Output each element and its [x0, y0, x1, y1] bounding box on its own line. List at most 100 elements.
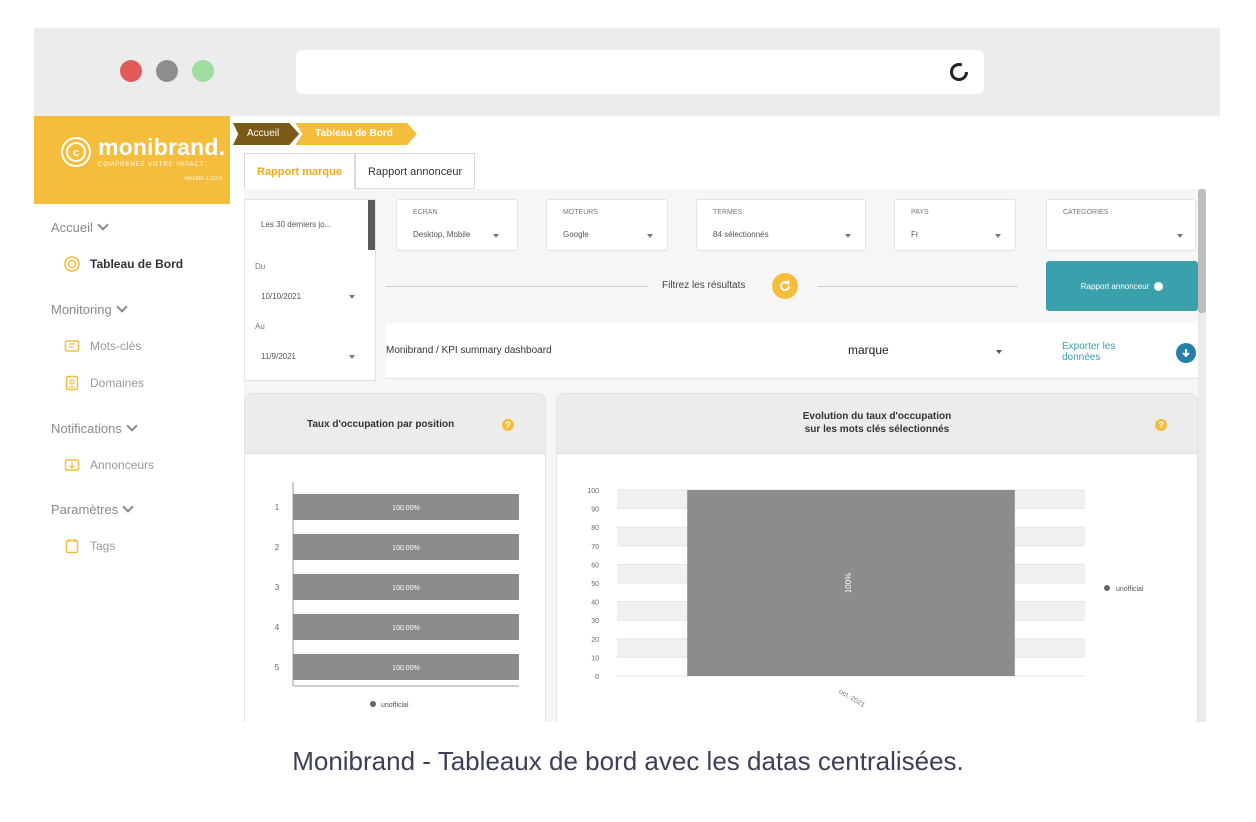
chart-title-line: sur les mots clés sélectionnés [804, 424, 950, 435]
help-icon[interactable]: ? [502, 419, 514, 431]
refresh-icon [780, 280, 790, 291]
y-tick-label: 2 [275, 543, 280, 552]
kpi-toolbar: Monibrand / KPI summary dashboard marque… [386, 323, 1198, 379]
sidebar-item-domaines[interactable]: Domaines [64, 375, 144, 391]
brand-logo-icon: c [61, 137, 91, 167]
filter-moteurs[interactable]: MOTEURS Google [546, 199, 668, 251]
nav-section-parametres[interactable]: Paramètres [51, 501, 134, 517]
address-bar[interactable] [296, 50, 984, 94]
kpi-title: Monibrand / KPI summary dashboard [386, 345, 552, 356]
sidebar: c monibrand. COMPRENEZ VOTRE IMPACT vers… [34, 116, 230, 722]
date-to-input[interactable]: 11/9/2021 [261, 352, 296, 361]
rapport-annonceur-button[interactable]: Rapport annonceur [1046, 261, 1198, 311]
data-label: 100.00% [392, 665, 420, 672]
nav-section-label: Accueil [51, 220, 93, 235]
filter-label: MOTEURS [563, 209, 598, 216]
filter-value: Google [563, 230, 589, 239]
y-tick-label: 50 [591, 581, 599, 588]
data-label: 100.00% [392, 585, 420, 592]
date-filter-panel: Les 30 derniers jo... Du 10/10/2021 Au 1… [244, 199, 376, 381]
card-header: Evolution du taux d'occupation sur les m… [557, 394, 1197, 454]
y-tick-label: 30 [591, 618, 599, 625]
position-occupancy-card: Taux d'occupation par position ? 1 100.00… [244, 393, 546, 722]
tab-rapport-marque[interactable]: Rapport marque [244, 153, 355, 189]
filter-label: TERMES [713, 209, 743, 216]
filter-categories[interactable]: CATEGORIES [1046, 199, 1196, 251]
image-caption: Monibrand - Tableaux de bord avec les da… [292, 746, 964, 776]
download-icon[interactable] [1176, 343, 1196, 363]
brand-name: monibrand. [98, 134, 226, 160]
x-tick-label: oct. 2021 [838, 688, 867, 709]
chevron-down-icon[interactable] [349, 355, 355, 359]
position-occupancy-chart: 1 100.00% 2 100.00% 3 100.00% 4 100.00% 5 100.00%… [275, 482, 519, 709]
button-label: Rapport annonceur [1080, 281, 1150, 291]
chevron-down-icon [493, 234, 499, 238]
scrollbar[interactable] [1198, 189, 1206, 722]
minimize-window-button[interactable] [156, 60, 178, 82]
sidebar-item-mots-cles[interactable]: Mots-clés [64, 338, 141, 354]
nav-section-notifications[interactable]: Notifications [51, 420, 138, 436]
maximize-window-button[interactable] [192, 60, 214, 82]
sidebar-item-label: Domaines [90, 376, 145, 390]
y-tick-label: 0 [595, 674, 599, 681]
chevron-down-icon [1177, 234, 1183, 238]
y-tick-label: 40 [591, 600, 599, 607]
date-range-select[interactable]: Les 30 derniers jo... [245, 200, 373, 250]
y-tick-label: 10 [591, 655, 599, 662]
occupancy-evolution-chart: 0 10 20 30 40 50 60 70 80 90 100 100% oct. 2021 unoff… [587, 488, 1144, 709]
filter-results-label: Filtrez les résultats [662, 280, 746, 291]
y-tick-label: 4 [275, 623, 280, 632]
chevron-down-icon[interactable] [349, 295, 355, 299]
report-tabs: Rapport marque Rapport annonceur [244, 153, 476, 189]
sidebar-item-tags[interactable]: Tags [64, 538, 115, 554]
export-data-link[interactable]: Exporter les données [1062, 341, 1142, 363]
nav-section-monitoring[interactable]: Monitoring [51, 301, 128, 317]
help-icon[interactable]: ? [1155, 419, 1167, 431]
breadcrumb-current: Tableau de Bord [295, 123, 417, 145]
nav-section-label: Monitoring [51, 302, 112, 317]
chart-title-line: Evolution du taux d'occupation [802, 411, 952, 422]
close-window-button[interactable] [120, 60, 142, 82]
y-tick-label: 100 [587, 488, 599, 495]
date-range-scroll[interactable] [368, 200, 375, 250]
divider [818, 286, 1018, 287]
filter-pays[interactable]: PAYS Fr [894, 199, 1016, 251]
dashboard-panel: Les 30 derniers jo... Du 10/10/2021 Au 1… [244, 189, 1206, 722]
card-header: Taux d'occupation par position ? [245, 394, 545, 454]
sidebar-item-annonceurs[interactable]: Annonceurs [64, 457, 154, 473]
data-label: 100.00% [392, 545, 420, 552]
legend-label: unofficial [381, 702, 409, 709]
scrollbar-thumb[interactable] [1198, 189, 1206, 313]
date-range-value: Les 30 derniers jo... [261, 220, 332, 229]
sidebar-item-label: Tags [90, 539, 116, 553]
brand-version: version 2.10.0 [184, 176, 222, 182]
breadcrumb-home[interactable]: Accueil [233, 123, 300, 145]
date-to-label: Au [255, 322, 265, 331]
legend-label: unofficial [1116, 586, 1144, 593]
y-tick-label: 1 [275, 503, 280, 512]
y-tick-label: 80 [591, 525, 599, 532]
filter-ecran[interactable]: ECRAN Desktop, Mobile [396, 199, 518, 251]
y-tick-label: 60 [591, 562, 599, 569]
y-tick-label: 3 [275, 583, 280, 592]
filter-label: ECRAN [413, 209, 438, 216]
report-type-select[interactable]: marque [848, 343, 889, 357]
filter-termes[interactable]: TERMES 84 sélectionnés [696, 199, 866, 251]
date-from-input[interactable]: 10/10/2021 [261, 292, 301, 301]
data-label: 100% [844, 573, 853, 593]
filter-value: Desktop, Mobile [413, 230, 471, 239]
brand-tagline: COMPRENEZ VOTRE IMPACT [98, 162, 205, 168]
sidebar-item-tableau-de-bord[interactable]: Tableau de Bord [64, 256, 183, 272]
refresh-filters-button[interactable] [772, 273, 798, 299]
sidebar-item-label: Annonceurs [90, 458, 155, 472]
arrow-right-icon [1154, 281, 1164, 291]
reload-icon[interactable] [948, 61, 970, 83]
dashboard-icon [64, 256, 80, 272]
chevron-down-icon[interactable] [996, 350, 1002, 354]
date-from-label: Du [255, 262, 266, 271]
domain-icon [64, 375, 80, 391]
filter-value: 84 sélectionnés [713, 230, 769, 239]
nav-section-accueil[interactable]: Accueil [51, 219, 109, 235]
keyword-icon [64, 338, 80, 354]
tab-rapport-annonceur[interactable]: Rapport annonceur [354, 153, 476, 189]
